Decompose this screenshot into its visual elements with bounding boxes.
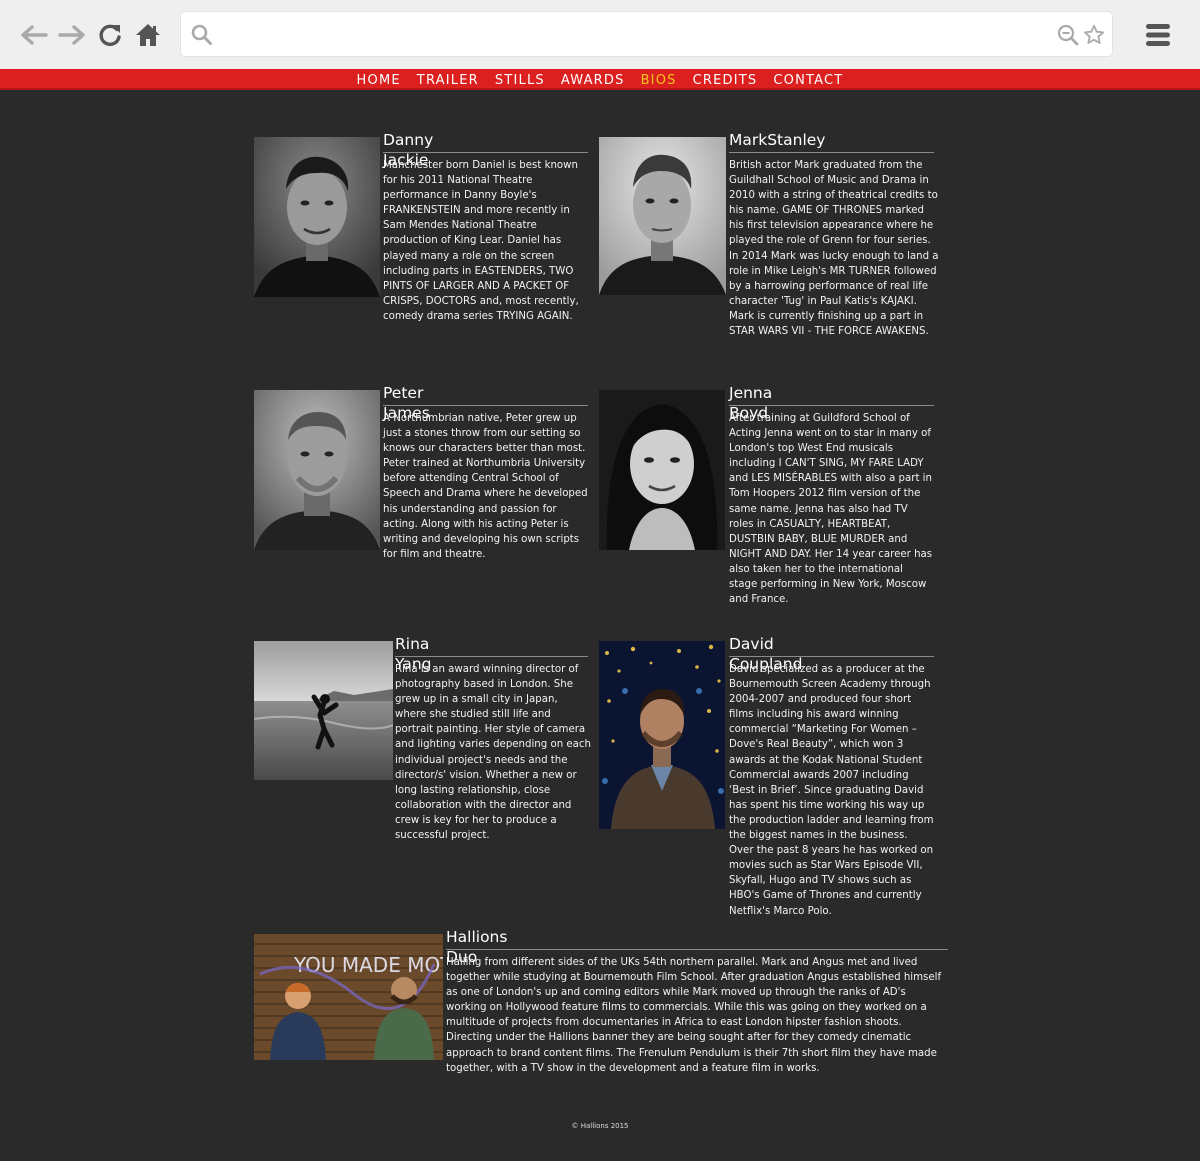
bio-text: Hailing from different sides of the UKs … <box>446 957 942 1074</box>
nav-item-bios[interactable]: BIOS <box>633 70 685 91</box>
name-divider <box>383 405 588 406</box>
bio-text: A Northumbrian native, Peter grew up jus… <box>383 413 588 560</box>
zoom-out-icon[interactable] <box>1057 24 1079 50</box>
star-icon[interactable] <box>1083 24 1105 50</box>
nav-item-trailer[interactable]: TRAILER <box>409 70 487 91</box>
name-divider <box>395 656 588 657</box>
arrow-right-icon <box>58 25 85 45</box>
bio-text: Manchester born Daniel is best known for… <box>383 160 579 322</box>
browser-toolbar <box>0 0 1200 69</box>
nav-item-home[interactable]: HOME <box>349 70 409 91</box>
nav-list: HOME TRAILER STILLS AWARDS BIOS CREDITS … <box>349 70 852 91</box>
site-navigation: HOME TRAILER STILLS AWARDS BIOS CREDITS … <box>0 69 1200 90</box>
portrait-photo <box>599 390 725 550</box>
nav-item-stills[interactable]: STILLS <box>487 70 553 91</box>
name-divider <box>729 405 934 406</box>
bio-text: David specialized as a producer at the B… <box>729 664 934 917</box>
footer-copyright: © Hallions 2015 <box>571 1122 629 1130</box>
graffiti-text: YOU MADE MOTHER ICK <box>293 953 443 977</box>
home-icon <box>136 24 160 46</box>
name-divider <box>729 152 934 153</box>
arrow-left-icon <box>21 25 48 45</box>
bio-text: After training at Guildford School of Ac… <box>729 413 933 606</box>
menu-button[interactable] <box>1145 22 1171 48</box>
back-button[interactable] <box>19 20 49 50</box>
hamburger-menu-icon <box>1146 24 1170 46</box>
reload-icon <box>99 24 121 47</box>
name-divider <box>446 949 948 950</box>
nav-item-contact[interactable]: CONTACT <box>765 70 851 91</box>
landscape-photo <box>254 641 393 780</box>
portrait-photo <box>254 137 380 297</box>
portrait-photo <box>599 641 725 829</box>
bio-text: British actor Mark graduated from the Gu… <box>729 160 939 338</box>
forward-button[interactable] <box>57 20 87 50</box>
bio-name: MarkStanley <box>729 131 826 149</box>
reload-button[interactable] <box>95 20 125 50</box>
nav-item-awards[interactable]: AWARDS <box>553 70 633 91</box>
name-divider <box>383 152 588 153</box>
name-divider <box>729 656 934 657</box>
bio-text: Rina is an award winning director of pho… <box>395 664 591 842</box>
duo-photo: YOU MADE MOTHER ICK <box>254 934 443 1060</box>
url-input[interactable] <box>223 20 1043 50</box>
nav-item-credits[interactable]: CREDITS <box>685 70 766 91</box>
portrait-photo <box>599 137 726 295</box>
search-icon <box>191 24 213 50</box>
home-button[interactable] <box>133 20 163 50</box>
address-bar[interactable] <box>180 11 1113 57</box>
portrait-photo <box>254 390 380 550</box>
